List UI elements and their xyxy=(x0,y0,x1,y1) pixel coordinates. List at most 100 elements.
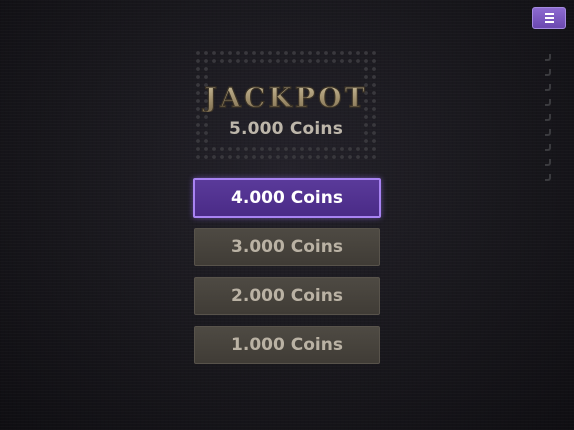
marquee-dot xyxy=(364,147,368,151)
side-light xyxy=(545,144,551,151)
prize-button-1000[interactable]: 1.000 Coins xyxy=(194,326,380,364)
marquee-dot xyxy=(324,147,328,151)
marquee-dot xyxy=(348,155,352,159)
marquee-dot xyxy=(196,51,200,55)
marquee-dot xyxy=(292,59,296,63)
marquee-dot xyxy=(372,139,376,143)
marquee-dot xyxy=(252,51,256,55)
marquee-dot xyxy=(220,147,224,151)
marquee-dot xyxy=(252,59,256,63)
marquee-dot xyxy=(196,75,200,79)
marquee-dot xyxy=(252,155,256,159)
marquee-dot xyxy=(308,147,312,151)
marquee-dot xyxy=(356,147,360,151)
marquee-dot xyxy=(244,51,248,55)
marquee-dot xyxy=(300,59,304,63)
marquee-dot xyxy=(244,147,248,151)
marquee-dot xyxy=(204,67,208,71)
marquee-dot xyxy=(196,147,200,151)
marquee-dot xyxy=(228,155,232,159)
marquee-dot xyxy=(276,147,280,151)
marquee-dot xyxy=(340,59,344,63)
marquee-dot xyxy=(196,67,200,71)
marquee-dot xyxy=(364,59,368,63)
marquee-dot xyxy=(284,155,288,159)
marquee-dot xyxy=(348,147,352,151)
marquee-dot xyxy=(268,59,272,63)
marquee-dot xyxy=(364,67,368,71)
prize-list: 4.000 Coins 3.000 Coins 2.000 Coins 1.00… xyxy=(193,178,382,375)
marquee-dot xyxy=(212,51,216,55)
marquee-dot xyxy=(196,139,200,143)
marquee-dot xyxy=(340,51,344,55)
side-light xyxy=(545,54,551,61)
marquee-dot xyxy=(260,155,264,159)
side-light xyxy=(545,174,551,181)
marquee-dot xyxy=(308,51,312,55)
marquee-dot xyxy=(228,51,232,55)
marquee-dot xyxy=(228,147,232,151)
marquee-dot xyxy=(300,155,304,159)
marquee-dot xyxy=(316,155,320,159)
marquee-dot xyxy=(372,155,376,159)
marquee-dot xyxy=(228,59,232,63)
marquee-dot xyxy=(220,155,224,159)
menu-button[interactable] xyxy=(532,7,566,29)
marquee-dot xyxy=(236,51,240,55)
prize-button-3000[interactable]: 3.000 Coins xyxy=(194,228,380,266)
marquee-dot xyxy=(220,51,224,55)
marquee-dot xyxy=(316,147,320,151)
marquee-dot xyxy=(244,155,248,159)
marquee-dot xyxy=(356,51,360,55)
prize-button-2000[interactable]: 2.000 Coins xyxy=(194,277,380,315)
marquee-dot xyxy=(268,155,272,159)
marquee-dot xyxy=(212,59,216,63)
marquee-dot xyxy=(268,51,272,55)
side-light xyxy=(545,159,551,166)
marquee-dot xyxy=(316,51,320,55)
marquee-dot xyxy=(324,51,328,55)
marquee-dot xyxy=(220,59,224,63)
marquee-dot xyxy=(284,59,288,63)
marquee-dot xyxy=(364,51,368,55)
marquee-dot xyxy=(276,51,280,55)
marquee-dot xyxy=(236,147,240,151)
marquee-dot xyxy=(236,155,240,159)
marquee-dot xyxy=(260,51,264,55)
marquee-dot xyxy=(300,147,304,151)
marquee-dot xyxy=(292,51,296,55)
side-light-strip xyxy=(545,54,553,181)
side-light xyxy=(545,99,551,106)
marquee-dot xyxy=(204,139,208,143)
marquee-dot xyxy=(284,51,288,55)
marquee-dot xyxy=(364,139,368,143)
marquee-dot xyxy=(372,51,376,55)
marquee-dot xyxy=(324,155,328,159)
marquee-dot xyxy=(276,59,280,63)
marquee-dot xyxy=(276,155,280,159)
jackpot-value: 5.000 Coins xyxy=(228,119,344,139)
marquee-dot xyxy=(204,59,208,63)
marquee-dot xyxy=(324,59,328,63)
marquee-dot xyxy=(212,147,216,151)
marquee-dot xyxy=(292,147,296,151)
marquee-dot xyxy=(332,155,336,159)
marquee-dot xyxy=(372,147,376,151)
marquee-dot xyxy=(348,51,352,55)
side-light xyxy=(545,84,551,91)
jackpot-panel: JACKPOT 5.000 Coins xyxy=(194,49,378,165)
marquee-dot xyxy=(268,147,272,151)
marquee-dot xyxy=(332,59,336,63)
marquee-dot xyxy=(260,147,264,151)
marquee-dot xyxy=(236,59,240,63)
marquee-dot xyxy=(364,155,368,159)
marquee-dot xyxy=(204,51,208,55)
jackpot-title: JACKPOT xyxy=(202,82,366,112)
side-light xyxy=(545,114,551,121)
side-light xyxy=(545,69,551,76)
marquee-dot xyxy=(332,147,336,151)
marquee-dot xyxy=(348,59,352,63)
marquee-dot xyxy=(292,155,296,159)
prize-button-4000[interactable]: 4.000 Coins xyxy=(193,178,381,218)
marquee-dot xyxy=(356,59,360,63)
